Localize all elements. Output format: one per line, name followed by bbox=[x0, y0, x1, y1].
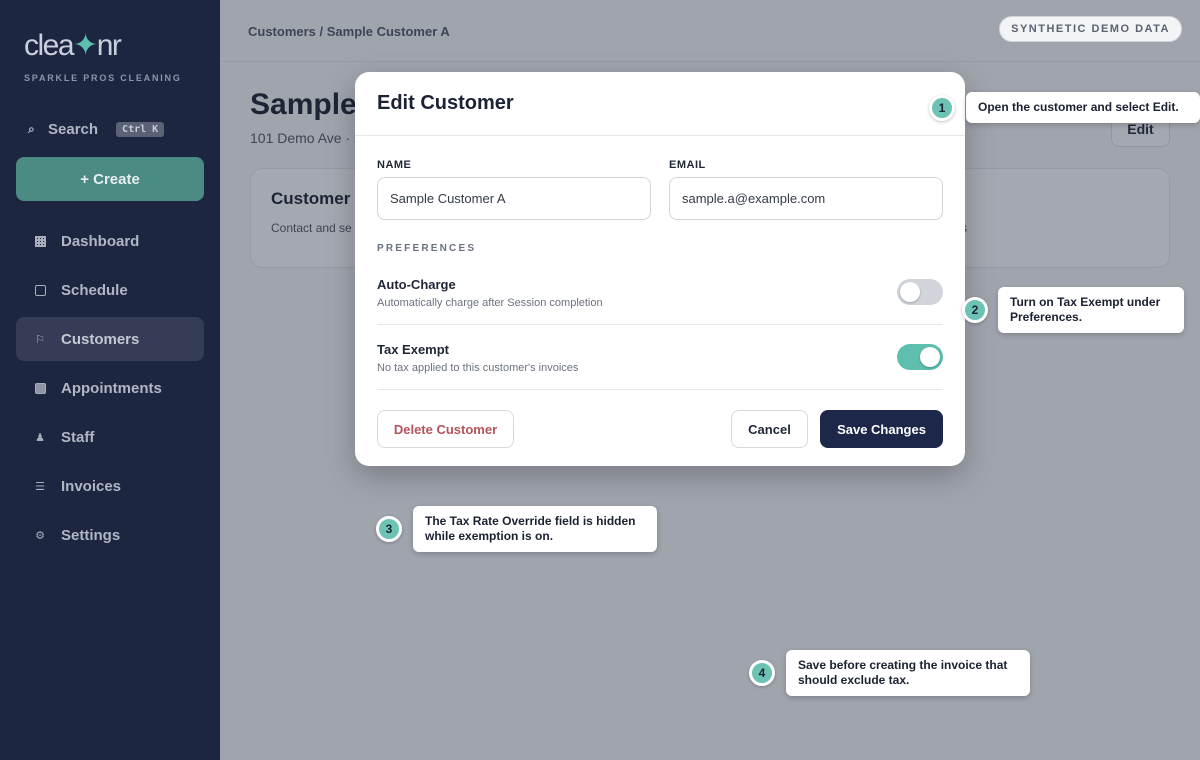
breadcrumb[interactable]: Customers / Sample Customer A bbox=[248, 24, 450, 39]
modal-title: Edit Customer bbox=[377, 92, 514, 114]
sidebar-item-dashboard[interactable]: Dashboard bbox=[16, 219, 204, 263]
search-label: Search bbox=[48, 121, 99, 138]
tax-exempt-description: No tax applied to this customer's invoic… bbox=[377, 362, 579, 374]
appointments-icon bbox=[34, 382, 46, 394]
staff-icon: ♟ bbox=[35, 431, 45, 444]
sidebar-item-label: Staff bbox=[61, 428, 95, 446]
sidebar-item-schedule[interactable]: Schedule bbox=[16, 268, 204, 312]
divider bbox=[377, 324, 943, 325]
sidebar: clea✦nr SPARKLE PROS CLEANING ⌕ Search C… bbox=[0, 0, 220, 760]
card-subtitle: Contact and se bbox=[271, 221, 352, 235]
callout-3-text: The Tax Rate Override field is hidden wh… bbox=[413, 506, 657, 552]
page-subtitle: 101 Demo Ave · s bbox=[250, 130, 362, 146]
customers-icon: ⚐ bbox=[35, 333, 45, 346]
sidebar-item-appointments[interactable]: Appointments bbox=[16, 366, 204, 410]
demo-data-badge: SYNTHETIC DEMO DATA bbox=[999, 16, 1182, 42]
auto-charge-row: Auto-Charge Automatically charge after S… bbox=[377, 277, 943, 309]
sparkle-icon: ✦ bbox=[73, 29, 98, 62]
create-button[interactable]: + Create bbox=[16, 157, 204, 201]
auto-charge-toggle[interactable] bbox=[897, 279, 943, 305]
search-icon: ⌕ bbox=[28, 122, 35, 136]
cancel-button[interactable]: Cancel bbox=[731, 410, 808, 448]
card-title: Customer d bbox=[271, 189, 366, 208]
sidebar-item-label: Appointments bbox=[61, 379, 162, 397]
toggle-knob bbox=[920, 347, 940, 367]
sidebar-item-customers[interactable]: ⚐ Customers bbox=[16, 317, 204, 361]
step-number: 4 bbox=[749, 660, 775, 686]
toggle-knob bbox=[900, 282, 920, 302]
tax-exempt-toggle[interactable] bbox=[897, 344, 943, 370]
sidebar-item-label: Dashboard bbox=[61, 232, 140, 250]
name-field[interactable]: Sample Customer A bbox=[377, 177, 651, 220]
invoices-icon: ☰ bbox=[35, 480, 45, 493]
callout-3: 3 bbox=[376, 516, 402, 542]
sidebar-item-label: Schedule bbox=[61, 281, 128, 299]
top-bar: Customers / Sample Customer A SYNTHETIC … bbox=[220, 0, 1200, 62]
step-number: 1 bbox=[929, 95, 955, 121]
email-label: EMAIL bbox=[669, 159, 706, 171]
tax-exempt-row: Tax Exempt No tax applied to this custom… bbox=[377, 342, 943, 374]
callout-1-text: Open the customer and select Edit. bbox=[966, 92, 1200, 123]
sidebar-nav: Dashboard Schedule ⚐ Customers Appointme… bbox=[16, 219, 204, 562]
app-logo[interactable]: clea✦nr bbox=[24, 28, 122, 63]
preferences-heading: PREFERENCES bbox=[377, 243, 477, 254]
auto-charge-description: Automatically charge after Session compl… bbox=[377, 297, 603, 309]
email-field[interactable]: sample.a@example.com bbox=[669, 177, 943, 220]
tagline: SPARKLE PROS CLEANING bbox=[24, 73, 182, 83]
sidebar-item-label: Settings bbox=[61, 526, 121, 544]
callout-2: 2 bbox=[962, 297, 988, 323]
auto-charge-title: Auto-Charge bbox=[377, 277, 456, 292]
callout-1: 1 bbox=[929, 95, 955, 121]
step-number: 3 bbox=[376, 516, 402, 542]
sidebar-item-label: Invoices bbox=[61, 477, 122, 495]
search-shortcut: Ctrl K bbox=[116, 122, 165, 137]
sidebar-item-invoices[interactable]: ☰ Invoices bbox=[16, 464, 204, 508]
dashboard-icon bbox=[34, 235, 46, 247]
search-button[interactable]: ⌕ Search Ctrl K bbox=[28, 121, 165, 138]
sidebar-item-settings[interactable]: ⚙ Settings bbox=[16, 513, 204, 557]
callout-4: 4 bbox=[749, 660, 775, 686]
edit-customer-modal: Edit Customer NAME Sample Customer A EMA… bbox=[355, 72, 965, 466]
step-number: 2 bbox=[962, 297, 988, 323]
settings-icon: ⚙ bbox=[35, 529, 45, 542]
divider bbox=[377, 389, 943, 390]
sidebar-item-label: Customers bbox=[61, 330, 140, 348]
callout-4-text: Save before creating the invoice that sh… bbox=[786, 650, 1030, 696]
sidebar-item-staff[interactable]: ♟ Staff bbox=[16, 415, 204, 459]
delete-customer-button[interactable]: Delete Customer bbox=[377, 410, 514, 448]
callout-2-text: Turn on Tax Exempt under Preferences. bbox=[998, 287, 1184, 333]
calendar-icon bbox=[34, 284, 46, 296]
page-title: Sample bbox=[250, 88, 357, 121]
save-changes-button[interactable]: Save Changes bbox=[820, 410, 943, 448]
name-label: NAME bbox=[377, 159, 412, 171]
modal-header: Edit Customer bbox=[355, 72, 965, 136]
tax-exempt-title: Tax Exempt bbox=[377, 342, 450, 357]
